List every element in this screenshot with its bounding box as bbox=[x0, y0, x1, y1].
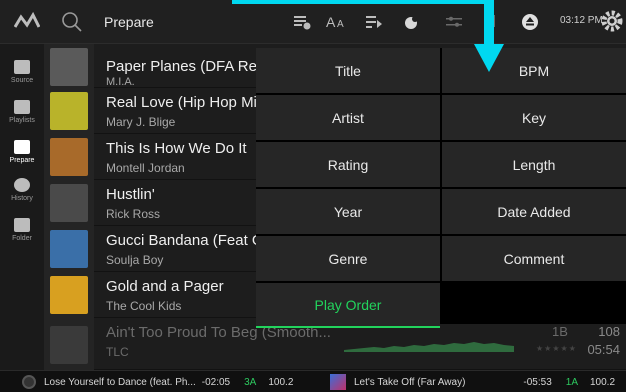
track-title: Real Love (Hip Hop Mix) bbox=[106, 94, 270, 111]
deck-remaining-time: -05:53 bbox=[523, 376, 552, 388]
sidebar-item-folder[interactable]: Folder bbox=[0, 212, 44, 254]
track-key: 1B bbox=[552, 324, 568, 339]
album-art bbox=[50, 276, 88, 314]
download-icon[interactable] bbox=[480, 8, 508, 36]
deck-album-art bbox=[330, 374, 346, 390]
sidebar-item-playlists[interactable]: Playlists bbox=[0, 94, 44, 136]
track-artist: Montell Jordan bbox=[106, 161, 185, 175]
svg-text:A: A bbox=[337, 19, 344, 30]
sort-icon[interactable] bbox=[440, 8, 468, 36]
track-title: This Is How We Do It bbox=[106, 140, 247, 157]
gear-icon[interactable] bbox=[600, 9, 624, 33]
track-title: Hustlin' bbox=[106, 186, 155, 203]
deck-right[interactable]: Let's Take Off (Far Away) -05:53 1A 100.… bbox=[330, 371, 615, 392]
view-title: Prepare bbox=[104, 14, 154, 30]
track-bpm: 108 bbox=[598, 324, 620, 339]
sidebar-item-label: Playlists bbox=[9, 117, 35, 124]
track-artist: Soulja Boy bbox=[106, 253, 164, 267]
album-art bbox=[50, 184, 88, 222]
vinyl-icon bbox=[22, 375, 36, 389]
sort-option-play-order[interactable]: Play Order bbox=[256, 283, 440, 328]
font-size-icon[interactable]: AA bbox=[322, 8, 350, 36]
svg-text:A: A bbox=[326, 14, 336, 30]
sort-option-key[interactable]: Key bbox=[442, 95, 626, 140]
sidebar-item-label: Source bbox=[10, 77, 34, 84]
deck-remaining-time: -02:05 bbox=[201, 376, 231, 388]
sort-menu: Title BPM Artist Key Rating Length Year … bbox=[256, 48, 626, 328]
eject-icon[interactable] bbox=[516, 8, 544, 36]
source-icon bbox=[14, 60, 30, 74]
sort-option-length[interactable]: Length bbox=[442, 142, 626, 187]
deck-bpm: 100.2 bbox=[590, 376, 616, 388]
sidebar-item-source[interactable]: Source bbox=[0, 54, 44, 96]
deck-key: 3A bbox=[244, 376, 257, 388]
deck-bpm: 100.2 bbox=[268, 376, 294, 388]
app-logo-icon bbox=[14, 11, 40, 28]
deck-track-title: Let's Take Off (Far Away) bbox=[354, 376, 466, 388]
album-art bbox=[50, 138, 88, 176]
album-art bbox=[50, 92, 88, 130]
sidebar-item-prepare[interactable]: Prepare bbox=[0, 134, 44, 176]
sort-option-rating[interactable]: Rating bbox=[256, 142, 440, 187]
sidebar-item-history[interactable]: History bbox=[0, 172, 44, 214]
sort-option-bpm[interactable]: BPM bbox=[442, 48, 626, 93]
sort-option-genre[interactable]: Genre bbox=[256, 236, 440, 281]
clear-icon[interactable] bbox=[288, 8, 316, 36]
playlist-play-icon[interactable] bbox=[360, 8, 388, 36]
history-icon bbox=[14, 178, 30, 192]
track-artist: M.I.A. bbox=[106, 76, 135, 88]
deck-key: 1A bbox=[565, 376, 578, 388]
clock: 03:12 PM bbox=[560, 15, 603, 26]
track-artist: The Cool Kids bbox=[106, 299, 182, 313]
deck-status-bar: Lose Yourself to Dance (feat. Ph... -02:… bbox=[0, 370, 626, 392]
track-title: Gold and a Pager bbox=[106, 278, 224, 295]
sort-option-year[interactable]: Year bbox=[256, 189, 440, 234]
sidebar-item-label: Folder bbox=[12, 235, 32, 242]
top-bar: Prepare AA 03:12 PM bbox=[0, 0, 626, 44]
track-artist: Rick Ross bbox=[106, 207, 161, 221]
sort-option-comment[interactable]: Comment bbox=[442, 236, 626, 281]
track-artist: Mary J. Blige bbox=[106, 115, 176, 129]
deck-left[interactable]: Lose Yourself to Dance (feat. Ph... -02:… bbox=[22, 371, 293, 392]
sort-option-date-added[interactable]: Date Added bbox=[442, 189, 626, 234]
folder-icon bbox=[14, 218, 30, 232]
sort-option-artist[interactable]: Artist bbox=[256, 95, 440, 140]
sidebar-item-label: Prepare bbox=[9, 157, 35, 164]
waveform-overview bbox=[344, 342, 514, 352]
shape-icon[interactable] bbox=[398, 8, 426, 36]
album-art bbox=[50, 230, 88, 268]
search-icon[interactable] bbox=[60, 10, 84, 34]
track-rating: ★★★★★ bbox=[536, 344, 577, 353]
album-art bbox=[50, 326, 88, 364]
album-art bbox=[50, 48, 88, 86]
track-length: 05:54 bbox=[587, 342, 620, 357]
sort-option-title[interactable]: Title bbox=[256, 48, 440, 93]
playlists-icon bbox=[14, 100, 30, 114]
sidebar: Source Playlists Prepare History Folder bbox=[0, 44, 44, 370]
sidebar-item-label: History bbox=[11, 195, 33, 202]
deck-track-title: Lose Yourself to Dance (feat. Ph... bbox=[44, 376, 196, 388]
track-artist: TLC bbox=[106, 345, 129, 359]
prepare-icon bbox=[14, 140, 30, 154]
